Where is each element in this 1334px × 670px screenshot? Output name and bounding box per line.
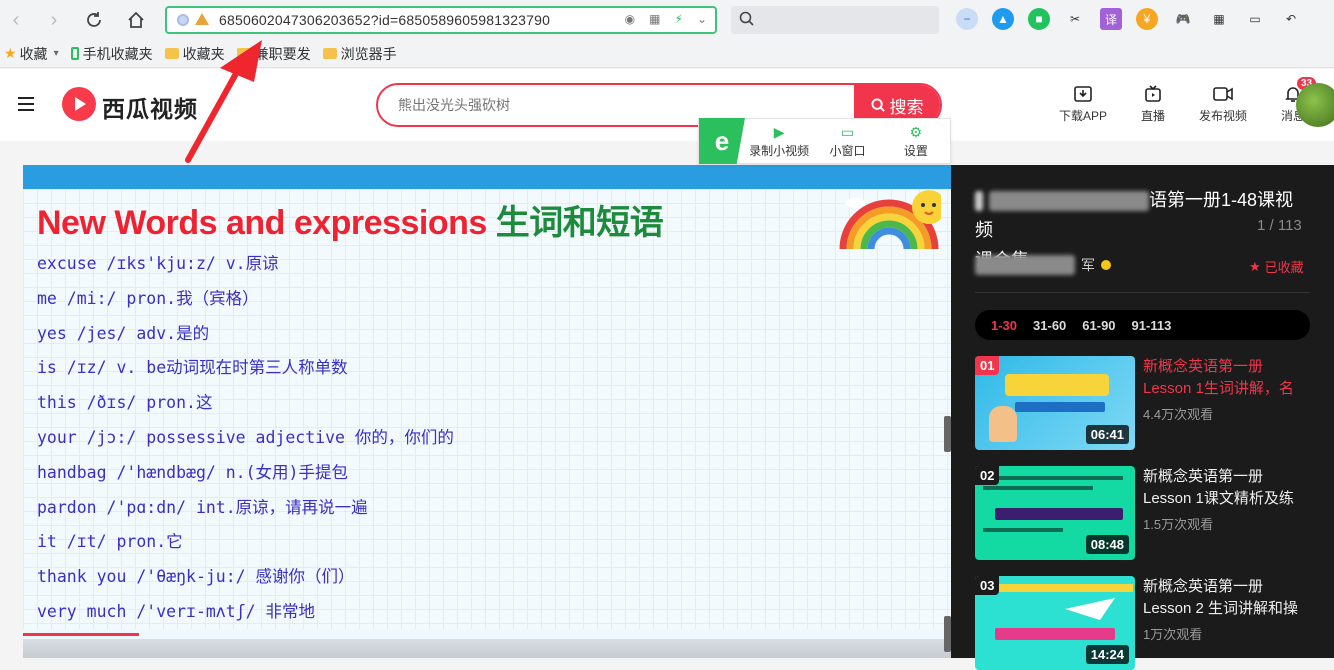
gamepad-icon[interactable]: 🎮 bbox=[1172, 8, 1194, 30]
coupon-icon[interactable]: ¥ bbox=[1136, 8, 1158, 30]
browser-toolbar: ‹ › 6850602047306203652?id=6850589605981… bbox=[0, 0, 1334, 40]
record-video-button[interactable]: ▶ 录制小视频 bbox=[745, 124, 813, 159]
word-row: me /mi:/ pron.我（宾格） bbox=[37, 288, 259, 308]
list-item[interactable]: 03 14:24 新概念英语第一册Lesson 2 生词讲解和操练… 1万次观看 bbox=[975, 576, 1310, 670]
search-icon bbox=[870, 97, 885, 112]
phone-icon bbox=[70, 47, 79, 60]
search-icon bbox=[739, 11, 754, 26]
star-icon: ★ bbox=[4, 45, 17, 61]
tab-31-60[interactable]: 31-60 bbox=[1033, 318, 1066, 333]
resize-handle[interactable] bbox=[944, 616, 951, 652]
download-app-button[interactable]: 下载APP bbox=[1056, 83, 1110, 124]
settings-button[interactable]: ⚙ 设置 bbox=[882, 124, 950, 159]
warning-icon bbox=[195, 13, 209, 25]
chevron-down-icon: ▾ bbox=[53, 48, 59, 59]
forward-icon[interactable]: › bbox=[42, 8, 66, 32]
list-item[interactable]: 01 06:41 新概念英语第一册Lesson 1生词讲解，名师… 4.4万次观… bbox=[975, 356, 1310, 450]
avatar[interactable] bbox=[1296, 83, 1334, 127]
word-row: is /ɪz/ v. be动词现在时第三人称单数 bbox=[37, 358, 348, 378]
list-item[interactable]: 02 08:48 新概念英语第一册Lesson 1课文精析及练习… 1.5万次观… bbox=[975, 466, 1310, 560]
green-app-icon[interactable]: ■ bbox=[1028, 8, 1050, 30]
triangle-app-icon[interactable]: ▲ bbox=[992, 8, 1014, 30]
mini-window-button[interactable]: ▭ 小窗口 bbox=[813, 124, 881, 159]
scissors-icon[interactable]: ✂ bbox=[1064, 8, 1086, 30]
word-row: very much /'verɪ-mʌtʃ/ 非常地 bbox=[37, 601, 315, 621]
video-title[interactable]: 新概念英语第一册Lesson 2 生词讲解和操练… bbox=[1143, 576, 1310, 620]
battery-icon[interactable]: ▭ bbox=[1244, 8, 1266, 30]
record-icon: ▶ bbox=[773, 123, 785, 140]
grid-icon[interactable]: ▦ bbox=[1208, 8, 1230, 30]
address-bar[interactable]: 6850602047306203652?id=68505896059813237… bbox=[165, 6, 717, 34]
tab-91-113[interactable]: 91-113 bbox=[1132, 318, 1172, 333]
translate-icon[interactable]: 译 bbox=[1100, 8, 1122, 30]
view-count: 1.5万次观看 bbox=[1143, 517, 1214, 532]
video-progress-bar[interactable] bbox=[23, 633, 139, 636]
bookmark-folder[interactable]: 浏览器手 bbox=[322, 44, 397, 64]
header-actions: 下载APP 直播 发布视频 33 消息 bbox=[1056, 77, 1320, 124]
undo-icon[interactable]: ↶ bbox=[1280, 8, 1302, 30]
verified-icon bbox=[1101, 260, 1111, 270]
live-button[interactable]: 直播 bbox=[1126, 83, 1180, 124]
word-row: pardon /'pɑ:dn/ int.原谅，请再说一遍 bbox=[37, 497, 368, 517]
word-row: it /ɪt/ pron.它 bbox=[37, 532, 183, 552]
reload-icon[interactable] bbox=[82, 8, 106, 32]
browser-search-input[interactable] bbox=[731, 6, 939, 34]
word-row: yes /jes/ adv.是的 bbox=[37, 323, 210, 343]
folder-icon bbox=[164, 48, 179, 59]
view-count: 1万次观看 bbox=[1143, 627, 1203, 642]
video-thumbnail[interactable]: 01 06:41 bbox=[975, 356, 1135, 450]
mini-window-icon: ▭ bbox=[840, 123, 855, 140]
menu-icon[interactable] bbox=[18, 97, 34, 111]
upload-video-icon bbox=[1196, 83, 1250, 105]
shield-icon[interactable]: ◉ bbox=[625, 12, 635, 26]
video-slide-title: New Words and expressions 生词和短语 bbox=[37, 204, 664, 242]
video-tool-panel: e ▶ 录制小视频 ▭ 小窗口 ⚙ 设置 bbox=[698, 118, 951, 164]
playlist-panel: 语第一册1-48课视频 课合集 1 / 113 军 ★ 已收藏 1-30 31-… bbox=[951, 165, 1334, 670]
video-controls[interactable] bbox=[23, 639, 951, 658]
word-row: your /jɔ:/ possessive adjective 你的，你们的 bbox=[37, 427, 454, 447]
chevron-down-icon[interactable]: ⌄ bbox=[697, 12, 707, 26]
search-input[interactable] bbox=[398, 95, 838, 115]
upload-video-button[interactable]: 发布视频 bbox=[1196, 83, 1250, 124]
word-list: excuse /ɪks'kju:z/ v.原谅 me /mi:/ pron.我（… bbox=[37, 247, 454, 630]
live-icon bbox=[1126, 83, 1180, 105]
resize-handle[interactable] bbox=[944, 416, 951, 452]
video-thumbnail[interactable]: 03 14:24 bbox=[975, 576, 1135, 670]
download-icon bbox=[1056, 83, 1110, 105]
lightning-icon[interactable]: ⚡ bbox=[675, 12, 683, 26]
rainbow-icon bbox=[839, 190, 941, 250]
folder-icon bbox=[322, 48, 337, 59]
site-info-icon[interactable] bbox=[177, 14, 189, 26]
video-title[interactable]: 新概念英语第一册Lesson 1生词讲解，名师… bbox=[1143, 356, 1310, 400]
playlist-author[interactable]: 军 bbox=[975, 255, 1111, 275]
video-player[interactable]: New Words and expressions 生词和短语 excuse /… bbox=[23, 165, 951, 658]
minus-circle-icon[interactable]: − bbox=[956, 8, 978, 30]
word-row: thank you /'θæŋk-ju:/ 感谢你（们） bbox=[37, 567, 355, 587]
annotation-arrow bbox=[185, 40, 262, 163]
bookmark-mobile[interactable]: 手机收藏夹 bbox=[70, 44, 153, 64]
qr-code-icon[interactable]: ▦ bbox=[649, 12, 660, 26]
word-row: handbag /'hændbæg/ n.(女用)手提包 bbox=[37, 462, 348, 482]
playlist-tabs: 1-30 31-60 61-90 91-113 bbox=[975, 310, 1310, 340]
video-title[interactable]: 新概念英语第一册Lesson 1课文精析及练习… bbox=[1143, 466, 1310, 510]
browser-logo-icon: e bbox=[699, 118, 745, 164]
tab-61-90[interactable]: 61-90 bbox=[1082, 318, 1115, 333]
bookmark-favorites[interactable]: ★ 收藏 ▾ bbox=[4, 44, 59, 64]
gear-icon: ⚙ bbox=[909, 123, 923, 140]
tab-1-30[interactable]: 1-30 bbox=[991, 318, 1017, 333]
playlist-count: 1 / 113 bbox=[1257, 217, 1302, 234]
star-icon: ★ bbox=[1249, 258, 1261, 274]
favorite-button[interactable]: ★ 已收藏 bbox=[1249, 257, 1304, 276]
word-row: this /ðɪs/ pron.这 bbox=[37, 393, 213, 413]
home-icon[interactable] bbox=[124, 8, 148, 32]
word-row: excuse /ɪks'kju:z/ v.原谅 bbox=[37, 254, 279, 273]
view-count: 4.4万次观看 bbox=[1143, 407, 1214, 422]
video-thumbnail[interactable]: 02 08:48 bbox=[975, 466, 1135, 560]
logo-icon[interactable] bbox=[62, 87, 96, 121]
extension-bar: − ▲ ■ ✂ 译 ¥ 🎮 ▦ ▭ ↶ bbox=[956, 8, 1302, 30]
url-text[interactable]: 6850602047306203652?id=68505896059813237… bbox=[219, 12, 550, 28]
back-icon[interactable]: ‹ bbox=[4, 8, 28, 32]
